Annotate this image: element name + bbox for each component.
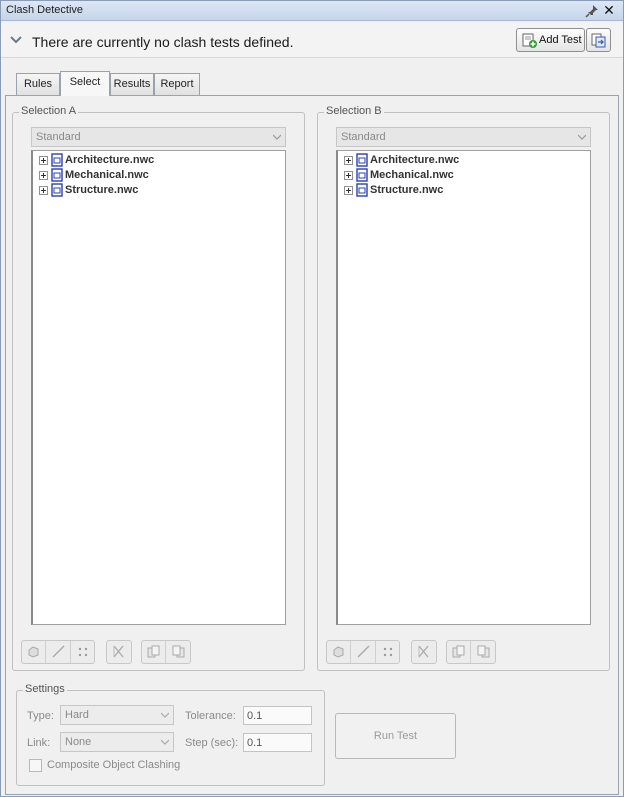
window-title: Clash Detective	[6, 4, 84, 16]
file-icon	[51, 153, 63, 167]
tolerance-input[interactable]: 0.1	[243, 706, 312, 725]
file-name: Architecture.nwc	[370, 154, 460, 166]
expand-icon[interactable]	[344, 186, 353, 195]
file-icon	[356, 183, 368, 197]
link-value: None	[65, 736, 92, 748]
chevron-down-icon	[578, 134, 586, 140]
selection-a-mode-value: Standard	[36, 131, 81, 143]
selection-a-mode-select[interactable]: Standard	[31, 127, 286, 147]
selection-b-geometry-toolbar	[326, 640, 400, 664]
composite-object-clashing-label: Composite Object Clashing	[47, 759, 181, 771]
use-selection-icon	[452, 645, 465, 658]
points-button[interactable]	[377, 641, 401, 663]
points-icon	[78, 647, 88, 657]
tab-report[interactable]: Report	[154, 73, 200, 95]
run-test-button[interactable]: Run Test	[335, 713, 456, 759]
type-value: Hard	[65, 709, 89, 721]
file-icon	[356, 168, 368, 182]
select-in-scene-icon	[477, 645, 490, 658]
self-intersect-icon	[418, 645, 429, 658]
line-icon	[52, 645, 65, 658]
link-select[interactable]: None	[60, 732, 174, 752]
expand-icon[interactable]	[344, 171, 353, 180]
self-intersect-button[interactable]	[107, 641, 131, 663]
select-in-scene-button[interactable]	[472, 641, 496, 663]
chevron-down-icon	[161, 739, 169, 745]
line-icon	[357, 645, 370, 658]
points-button[interactable]	[72, 641, 96, 663]
selection-a-tree[interactable]: Architecture.nwc Mechanical.nwc Structur…	[31, 150, 286, 625]
surface-icon	[28, 646, 39, 658]
surfaces-button[interactable]	[327, 641, 351, 663]
use-current-selection-button[interactable]	[142, 641, 166, 663]
expand-icon[interactable]	[39, 186, 48, 195]
expand-icon[interactable]	[39, 156, 48, 165]
selection-b-self-intersect-toolbar	[411, 640, 437, 664]
add-test-icon	[522, 33, 537, 48]
type-select[interactable]: Hard	[60, 705, 174, 725]
import-export-icon	[591, 33, 606, 48]
selection-b-mode-select[interactable]: Standard	[336, 127, 591, 147]
add-test-button[interactable]: Add Test	[516, 28, 585, 52]
pin-icon[interactable]	[585, 4, 599, 18]
select-in-scene-icon	[172, 645, 185, 658]
self-intersect-icon	[113, 645, 124, 658]
file-name: Mechanical.nwc	[65, 169, 149, 181]
step-input[interactable]: 0.1	[243, 733, 312, 752]
selection-b-group: Selection B Standard Architecture.nwc Me…	[317, 105, 610, 671]
test-header: There are currently no clash tests defin…	[1, 22, 623, 58]
step-label: Step (sec):	[185, 737, 239, 749]
settings-legend: Settings	[23, 683, 67, 695]
file-name: Architecture.nwc	[65, 154, 155, 166]
selection-b-tree[interactable]: Architecture.nwc Mechanical.nwc Structur…	[336, 150, 591, 625]
chevron-down-icon	[161, 712, 169, 718]
status-message: There are currently no clash tests defin…	[32, 34, 294, 50]
close-icon[interactable]: ✕	[602, 3, 616, 17]
surfaces-button[interactable]	[22, 641, 46, 663]
points-icon	[383, 647, 393, 657]
selection-a-legend: Selection A	[19, 105, 79, 117]
use-selection-icon	[147, 645, 160, 658]
selection-b-sets-toolbar	[446, 640, 496, 664]
import-export-button[interactable]	[586, 28, 611, 52]
file-name: Structure.nwc	[370, 184, 444, 196]
settings-group: Settings Type: Hard Tolerance: 0.1 Link:…	[16, 683, 325, 786]
composite-object-clashing-checkbox[interactable]	[29, 759, 42, 772]
expand-icon[interactable]	[344, 156, 353, 165]
lines-button[interactable]	[352, 641, 376, 663]
file-icon	[356, 153, 368, 167]
collapse-chevron-icon[interactable]	[10, 34, 22, 46]
surface-icon	[333, 646, 344, 658]
use-current-selection-button[interactable]	[447, 641, 471, 663]
selection-b-legend: Selection B	[324, 105, 384, 117]
lines-button[interactable]	[47, 641, 71, 663]
selection-a-geometry-toolbar	[21, 640, 95, 664]
expand-icon[interactable]	[39, 171, 48, 180]
selection-a-group: Selection A Standard Architecture.nwc Me…	[12, 105, 305, 671]
tolerance-label: Tolerance:	[185, 710, 236, 722]
title-bar: Clash Detective ✕	[1, 1, 623, 21]
chevron-down-icon	[273, 134, 281, 140]
tab-results[interactable]: Results	[110, 73, 154, 95]
file-icon	[51, 183, 63, 197]
add-test-label: Add Test	[539, 34, 582, 46]
self-intersect-button[interactable]	[412, 641, 436, 663]
tab-select[interactable]: Select	[60, 71, 110, 96]
file-name: Mechanical.nwc	[370, 169, 454, 181]
selection-a-self-intersect-toolbar	[106, 640, 132, 664]
clash-detective-panel: Clash Detective ✕ There are currently no…	[0, 0, 624, 797]
link-label: Link:	[27, 737, 51, 749]
tab-rules[interactable]: Rules	[16, 73, 60, 95]
selection-b-mode-value: Standard	[341, 131, 386, 143]
file-name: Structure.nwc	[65, 184, 139, 196]
select-in-scene-button[interactable]	[167, 641, 191, 663]
file-icon	[51, 168, 63, 182]
selection-a-sets-toolbar	[141, 640, 191, 664]
type-label: Type:	[27, 710, 54, 722]
